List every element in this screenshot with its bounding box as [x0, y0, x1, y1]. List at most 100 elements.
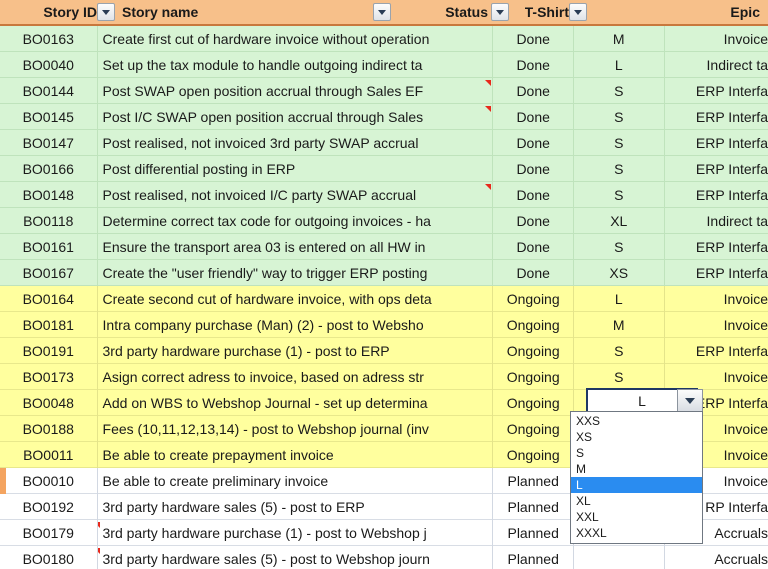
cell-story-name[interactable]: Add on WBS to Webshop Journal - set up d… — [98, 390, 493, 416]
cell-tshirt[interactable]: L — [574, 286, 664, 312]
cell-story-name[interactable]: Ensure the transport area 03 is entered … — [98, 234, 493, 260]
cell-epic[interactable]: ERP Interfa — [665, 234, 768, 260]
cell-story-name[interactable]: Fees (10,11,12,13,14) - post to Webshop … — [98, 416, 493, 442]
cell-status[interactable]: Planned — [493, 468, 573, 494]
cell-epic[interactable]: ERP Interfa — [665, 338, 768, 364]
column-header-epic[interactable]: Epic — [587, 0, 768, 25]
cell-story-id[interactable]: BO0144 — [0, 78, 97, 104]
cell-story-name[interactable]: Post realised, not invoiced I/C party SW… — [98, 182, 493, 208]
cell-epic[interactable]: Indirect ta — [665, 208, 768, 234]
cell-status[interactable]: Ongoing — [493, 442, 573, 468]
cell-story-name[interactable]: 3rd party hardware purchase (1) - post t… — [98, 338, 493, 364]
cell-status[interactable]: Planned — [493, 546, 573, 569]
cell-epic[interactable]: Invoice — [665, 26, 768, 52]
cell-tshirt[interactable]: XS — [574, 260, 664, 286]
cell-status[interactable]: Done — [493, 156, 573, 182]
cell-status[interactable]: Done — [493, 208, 573, 234]
cell-story-id[interactable]: BO0164 — [0, 286, 97, 312]
cell-status[interactable]: Done — [493, 26, 573, 52]
cell-story-id[interactable]: BO0148 — [0, 182, 97, 208]
cell-story-id[interactable]: BO0188 — [0, 416, 97, 442]
cell-story-id[interactable]: BO0145 — [0, 104, 97, 130]
cell-story-name[interactable]: Create first cut of hardware invoice wit… — [98, 26, 493, 52]
filter-button-story-id[interactable] — [97, 3, 115, 21]
cell-story-id[interactable]: BO0181 — [0, 312, 97, 338]
cell-tshirt[interactable]: M — [574, 26, 664, 52]
cell-tshirt[interactable]: M — [574, 312, 664, 338]
table-row[interactable]: BO0145 Post I/C SWAP open position accrua… — [0, 103, 768, 130]
tshirt-size-dropdown-list[interactable]: XXS XS S M L XL XXL XXXL — [570, 411, 703, 544]
filter-button-tshirt[interactable] — [569, 3, 587, 21]
cell-story-id[interactable]: BO0040 — [0, 52, 97, 78]
cell-status[interactable]: Planned — [493, 520, 573, 546]
cell-story-name[interactable]: Intra company purchase (Man) (2) - post … — [98, 312, 493, 338]
cell-tshirt[interactable] — [574, 546, 664, 569]
cell-epic[interactable]: ERP Interfa — [665, 104, 768, 130]
table-row[interactable]: BO0147 Post realised, not invoiced 3rd pa… — [0, 129, 768, 156]
cell-tshirt[interactable]: S — [574, 156, 664, 182]
cell-status[interactable]: Done — [493, 260, 573, 286]
cell-story-id[interactable]: BO0011 — [0, 442, 97, 468]
cell-epic[interactable]: ERP Interfa — [665, 260, 768, 286]
table-row[interactable]: BO0191 3rd party hardware purchase (1) - … — [0, 337, 768, 364]
cell-story-name[interactable]: Post differential posting in ERP — [98, 156, 493, 182]
cell-status[interactable]: Done — [493, 78, 573, 104]
cell-epic[interactable]: ERP Interfa — [665, 182, 768, 208]
cell-story-id[interactable]: BO0163 — [0, 26, 97, 52]
cell-epic[interactable]: Accruals — [665, 546, 768, 569]
dropdown-option-xs[interactable]: XS — [571, 429, 702, 445]
cell-epic[interactable]: Invoice — [665, 286, 768, 312]
cell-tshirt[interactable]: S — [574, 104, 664, 130]
cell-epic[interactable]: ERP Interfa — [665, 130, 768, 156]
cell-tshirt[interactable]: XL — [574, 208, 664, 234]
cell-status[interactable]: Ongoing — [493, 312, 573, 338]
cell-story-id[interactable]: BO0173 — [0, 364, 97, 390]
cell-status[interactable]: Done — [493, 104, 573, 130]
cell-story-id[interactable]: BO0191 — [0, 338, 97, 364]
cell-tshirt[interactable]: S — [574, 78, 664, 104]
column-header-status[interactable]: Status — [391, 0, 491, 25]
cell-story-id[interactable]: BO0180 — [0, 546, 97, 569]
cell-story-name[interactable]: Determine correct tax code for outgoing … — [98, 208, 493, 234]
cell-story-id[interactable]: BO0167 — [0, 260, 97, 286]
cell-tshirt[interactable]: S — [574, 130, 664, 156]
column-header-story-name[interactable]: Story name — [115, 0, 373, 25]
table-row[interactable]: BO0181 Intra company purchase (Man) (2) -… — [0, 311, 768, 338]
table-row[interactable]: BO0166 Post differential posting in ERP Do… — [0, 155, 768, 182]
table-row[interactable]: BO0118 Determine correct tax code for out… — [0, 207, 768, 234]
table-row[interactable]: BO0167 Create the "user friendly" way to … — [0, 259, 768, 286]
cell-story-id[interactable]: BO0192 — [0, 494, 97, 520]
table-row[interactable]: BO0144 Post SWAP open position accrual th… — [0, 77, 768, 104]
cell-tshirt[interactable]: S — [574, 364, 664, 390]
cell-epic[interactable]: Invoice — [665, 364, 768, 390]
cell-status[interactable]: Ongoing — [493, 338, 573, 364]
cell-epic[interactable]: ERP Interfa — [665, 78, 768, 104]
cell-story-name[interactable]: Post SWAP open position accrual through … — [98, 78, 493, 104]
cell-story-id[interactable]: BO0010 — [0, 468, 97, 494]
cell-epic[interactable]: Invoice — [665, 312, 768, 338]
dropdown-option-xxxl[interactable]: XXXL — [571, 525, 702, 541]
cell-status[interactable]: Ongoing — [493, 390, 573, 416]
dropdown-option-xl[interactable]: XL — [571, 493, 702, 509]
dropdown-option-xxl[interactable]: XXL — [571, 509, 702, 525]
cell-story-id[interactable]: BO0161 — [0, 234, 97, 260]
cell-story-name[interactable]: Be able to create preliminary invoice — [98, 468, 493, 494]
cell-tshirt[interactable]: S — [574, 338, 664, 364]
cell-story-name[interactable]: 3rd party hardware sales (5) - post to W… — [97, 546, 493, 569]
cell-story-id[interactable]: BO0147 — [0, 130, 97, 156]
cell-story-id[interactable]: BO0166 — [0, 156, 97, 182]
cell-story-id[interactable]: BO0048 — [0, 390, 97, 416]
cell-status[interactable]: Done — [493, 130, 573, 156]
cell-status[interactable]: Ongoing — [493, 364, 573, 390]
cell-story-name[interactable]: Post I/C SWAP open position accrual thro… — [98, 104, 493, 130]
cell-status[interactable]: Ongoing — [493, 416, 573, 442]
cell-tshirt[interactable]: L — [574, 52, 664, 78]
filter-button-story-name[interactable] — [373, 3, 391, 21]
cell-story-name[interactable]: Create second cut of hardware invoice, w… — [98, 286, 493, 312]
cell-story-name[interactable]: Create the "user friendly" way to trigge… — [98, 260, 493, 286]
table-row[interactable]: BO0163 Create first cut of hardware invoi… — [0, 25, 768, 52]
filter-button-status[interactable] — [491, 3, 509, 21]
cell-status[interactable]: Done — [493, 234, 573, 260]
cell-status[interactable]: Planned — [493, 494, 573, 520]
spreadsheet-grid[interactable]: Story ID Story name Status T-Shirt Epic … — [0, 0, 768, 569]
